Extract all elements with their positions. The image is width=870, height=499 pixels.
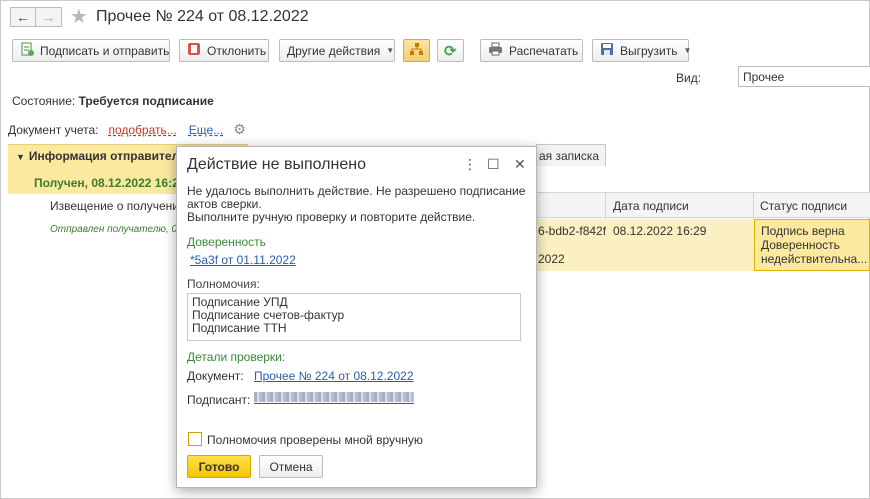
gear-icon[interactable]: ⚙ [233, 121, 246, 138]
more-link[interactable]: Еще... [189, 123, 223, 137]
chevron-down-icon: ▼ [683, 46, 692, 55]
back-button[interactable]: ← [10, 7, 36, 27]
column-separator [605, 193, 606, 219]
accounting-document-line: Документ учета: подобрать... Еще... ⚙ [8, 121, 246, 138]
signer-name-redacted[interactable] [254, 392, 414, 402]
cancel-button[interactable]: Отмена [259, 455, 323, 478]
permissions-label: Полномочия: [187, 277, 260, 291]
accounting-document-label: Документ учета: [8, 122, 99, 137]
favorite-star-icon[interactable]: ★ [70, 7, 88, 27]
table-header: Дата подписи Статус подписи [536, 192, 870, 219]
sender-info-label: Информация отправителя [28, 149, 187, 163]
triangle-down-icon: ▼ [16, 152, 25, 162]
sender-info-title[interactable]: ▼ Информация отправителя [16, 149, 186, 163]
hierarchy-icon [409, 42, 424, 59]
permission-item: Подписание ТТН [192, 321, 287, 335]
tab-explanatory-note[interactable]: ая записка [536, 144, 606, 166]
stop-hand-icon [187, 42, 201, 59]
proxy-section-title: Доверенность [187, 235, 266, 249]
close-icon[interactable]: ✕ [514, 156, 526, 173]
arrow-right-icon: → [41, 9, 56, 25]
printer-icon [488, 42, 503, 59]
cell-id-fragment-2: 2022 [538, 252, 565, 266]
save-disk-icon [600, 42, 614, 59]
done-button[interactable]: Готово [187, 455, 251, 478]
manual-check-checkbox[interactable] [188, 432, 202, 446]
structure-button[interactable] [403, 39, 430, 62]
signer-link-underline [254, 403, 414, 404]
maximize-icon[interactable]: ☐ [487, 156, 500, 173]
other-actions-button[interactable]: Другие действия ▼ [279, 39, 395, 62]
refresh-icon: ⟳ [444, 42, 457, 60]
state-value: Требуется подписание [78, 94, 214, 108]
arrow-left-icon: ← [16, 9, 30, 25]
received-status: Получен, 08.12.2022 16:29 [34, 176, 186, 190]
signer-label: Подписант: [187, 393, 251, 407]
dialog-message: Не удалось выполнить действие. Не разреш… [187, 185, 527, 224]
proxy-link[interactable]: *5a3f от 01.11.2022 [190, 253, 296, 267]
table-row[interactable]: 6-bdb2-f842f 2022 08.12.2022 16:29 Подпи… [536, 219, 870, 271]
print-button[interactable]: Распечатать [480, 39, 583, 62]
cell-id-fragment: 6-bdb2-f842f [538, 224, 607, 238]
pick-link[interactable]: подобрать... [108, 123, 176, 137]
print-label: Распечатать [509, 43, 579, 58]
page-title: Прочее № 224 от 08.12.2022 [95, 8, 309, 25]
other-actions-label: Другие действия [287, 43, 381, 58]
sign-and-send-button[interactable]: Подписать и отправить [12, 39, 170, 62]
forward-button[interactable]: → [36, 7, 62, 27]
export-label: Выгрузить [620, 43, 678, 58]
document-sign-icon [20, 42, 34, 59]
manual-check-label[interactable]: Полномочия проверены мной вручную [207, 433, 423, 447]
chevron-down-icon: ▼ [386, 46, 395, 55]
title-bar: ← → ★ Прочее № 224 от 08.12.2022 [10, 6, 309, 28]
header-sign-status[interactable]: Статус подписи [760, 199, 847, 213]
details-section-title: Детали проверки: [187, 350, 286, 364]
sign-and-send-label: Подписать и отправить [40, 43, 170, 58]
receipt-notice[interactable]: Извещение о получении [50, 199, 186, 213]
permissions-box: Подписание УПД Подписание счетов-фактур … [187, 293, 521, 341]
cell-sign-date: 08.12.2022 16:29 [613, 224, 707, 238]
state-line: Состояние: Требуется подписание [12, 94, 214, 108]
error-dialog: Действие не выполнено ⋮ ☐ ✕ Не удалось в… [176, 146, 537, 488]
refresh-button[interactable]: ⟳ [437, 39, 464, 62]
document-label: Документ: [187, 369, 244, 383]
cell-sign-status: Подпись верна Доверенность недействитель… [754, 219, 870, 271]
state-label: Состояние: [12, 94, 76, 108]
message-line: Выполните ручную проверку и повторите де… [187, 210, 476, 224]
dialog-title: Действие не выполнено [187, 156, 366, 173]
document-link[interactable]: Прочее № 224 от 08.12.2022 [254, 369, 414, 383]
reject-label: Отклонить [207, 43, 267, 58]
header-sign-date[interactable]: Дата подписи [613, 199, 689, 213]
vid-label: Вид: [676, 71, 702, 85]
column-separator [753, 193, 754, 219]
reject-button[interactable]: Отклонить [179, 39, 269, 62]
vid-field[interactable]: Прочее [738, 66, 870, 87]
more-vertical-icon[interactable]: ⋮ [463, 156, 477, 173]
export-button[interactable]: Выгрузить ▼ [592, 39, 692, 62]
